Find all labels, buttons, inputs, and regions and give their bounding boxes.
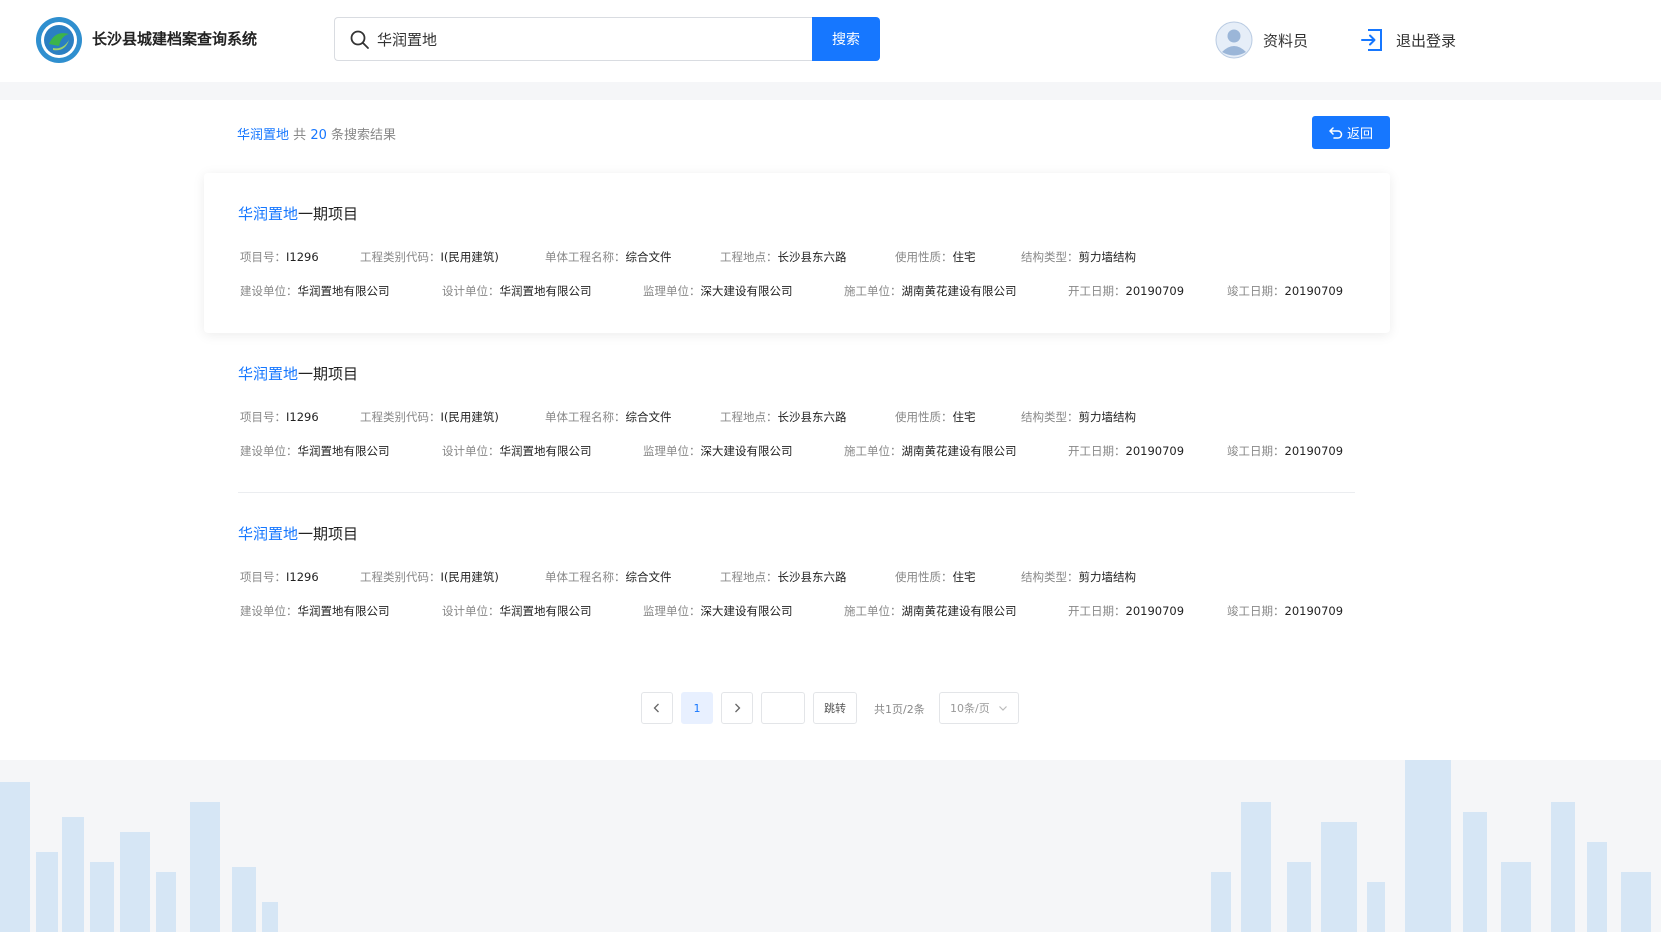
search-box bbox=[334, 17, 813, 61]
search-input[interactable] bbox=[377, 26, 797, 52]
field-project-no: 项目号：I1296 bbox=[240, 410, 319, 424]
field-start-date: 开工日期：20190709 bbox=[1068, 444, 1185, 458]
back-icon bbox=[1329, 126, 1343, 139]
field-category-code: 工程类别代码：I(民用建筑) bbox=[360, 410, 499, 424]
result-item[interactable]: 华润置地一期项目 项目号：I1296 工程类别代码：I(民用建筑) 单体工程名称… bbox=[204, 493, 1390, 653]
main-content: 华润置地 共 20 条搜索结果 返回 华润置地一期项目 项目号：I1296 工程… bbox=[0, 100, 1661, 932]
app-title: 长沙县城建档案查询系统 bbox=[92, 30, 258, 48]
back-label: 返回 bbox=[1346, 127, 1373, 142]
chevron-down-icon bbox=[999, 706, 1007, 711]
next-page-button[interactable] bbox=[721, 692, 753, 724]
result-title-keyword: 华润置地 bbox=[238, 205, 299, 223]
field-category-code: 工程类别代码：I(民用建筑) bbox=[360, 570, 499, 584]
field-structure: 结构类型：剪力墙结构 bbox=[1021, 570, 1136, 584]
logout-button[interactable]: 退出登录 bbox=[1360, 24, 1456, 56]
summary-keyword: 华润置地 bbox=[237, 128, 290, 143]
field-contractor: 施工单位：湖南黄花建设有限公司 bbox=[844, 604, 1017, 618]
field-supervisor: 监理单位：深大建设有限公司 bbox=[643, 284, 793, 298]
field-location: 工程地点：长沙县东六路 bbox=[720, 250, 847, 264]
pagination: 1 跳转 共1页/2条 10条/页 bbox=[0, 692, 1661, 724]
field-designer: 设计单位：华润置地有限公司 bbox=[442, 444, 592, 458]
field-project-no: 项目号：I1296 bbox=[240, 250, 319, 264]
result-title[interactable]: 华润置地一期项目 bbox=[238, 523, 358, 544]
result-summary: 华润置地 共 20 条搜索结果 bbox=[237, 124, 396, 143]
field-structure: 结构类型：剪力墙结构 bbox=[1021, 410, 1136, 424]
back-button[interactable]: 返回 bbox=[1312, 116, 1390, 149]
field-builder: 建设单位：华润置地有限公司 bbox=[240, 284, 390, 298]
user-name: 资料员 bbox=[1263, 31, 1309, 50]
result-title[interactable]: 华润置地一期项目 bbox=[238, 203, 358, 224]
result-title-rest: 一期项目 bbox=[298, 205, 359, 223]
page-size-value: 10条/页 bbox=[950, 702, 990, 715]
chevron-left-icon bbox=[653, 703, 659, 713]
logout-label: 退出登录 bbox=[1396, 31, 1457, 50]
field-designer: 设计单位：华润置地有限公司 bbox=[442, 604, 592, 618]
top-bar: 长沙县城建档案查询系统 搜索 资料员 退出登录 bbox=[0, 0, 1661, 82]
result-title-keyword: 华润置地 bbox=[238, 525, 299, 543]
field-unit-name: 单体工程名称：综合文件 bbox=[545, 570, 672, 584]
field-location: 工程地点：长沙县东六路 bbox=[720, 570, 847, 584]
result-title-keyword: 华润置地 bbox=[238, 365, 299, 383]
field-start-date: 开工日期：20190709 bbox=[1068, 284, 1185, 298]
result-title-rest: 一期项目 bbox=[298, 365, 359, 383]
search-button[interactable]: 搜索 bbox=[812, 17, 880, 61]
field-usage: 使用性质：住宅 bbox=[895, 250, 976, 264]
jump-button[interactable]: 跳转 bbox=[813, 692, 857, 724]
search-icon bbox=[350, 30, 369, 49]
field-designer: 设计单位：华润置地有限公司 bbox=[442, 284, 592, 298]
field-unit-name: 单体工程名称：综合文件 bbox=[545, 250, 672, 264]
field-unit-name: 单体工程名称：综合文件 bbox=[545, 410, 672, 424]
chevron-right-icon bbox=[735, 703, 741, 713]
field-supervisor: 监理单位：深大建设有限公司 bbox=[643, 444, 793, 458]
field-end-date: 竣工日期：20190709 bbox=[1227, 604, 1344, 618]
field-usage: 使用性质：住宅 bbox=[895, 570, 976, 584]
summary-suffix: 条搜索结果 bbox=[331, 128, 397, 143]
result-item[interactable]: 华润置地一期项目 项目号：I1296 工程类别代码：I(民用建筑) 单体工程名称… bbox=[204, 173, 1390, 333]
user-menu[interactable]: 资料员 bbox=[1215, 21, 1308, 59]
field-builder: 建设单位：华润置地有限公司 bbox=[240, 444, 390, 458]
logout-icon bbox=[1361, 29, 1382, 51]
page-jump-input[interactable] bbox=[761, 692, 805, 724]
field-builder: 建设单位：华润置地有限公司 bbox=[240, 604, 390, 618]
field-project-no: 项目号：I1296 bbox=[240, 570, 319, 584]
field-start-date: 开工日期：20190709 bbox=[1068, 604, 1185, 618]
field-location: 工程地点：长沙县东六路 bbox=[720, 410, 847, 424]
field-end-date: 竣工日期：20190709 bbox=[1227, 444, 1344, 458]
avatar-icon bbox=[1215, 21, 1253, 59]
page-1-button[interactable]: 1 bbox=[681, 692, 713, 724]
result-title[interactable]: 华润置地一期项目 bbox=[238, 363, 358, 384]
field-end-date: 竣工日期：20190709 bbox=[1227, 284, 1344, 298]
page-total: 共1页/2条 bbox=[874, 703, 925, 716]
field-supervisor: 监理单位：深大建设有限公司 bbox=[643, 604, 793, 618]
result-item[interactable]: 华润置地一期项目 项目号：I1296 工程类别代码：I(民用建筑) 单体工程名称… bbox=[204, 333, 1390, 493]
page-size-select[interactable]: 10条/页 bbox=[939, 692, 1019, 724]
result-title-rest: 一期项目 bbox=[298, 525, 359, 543]
summary-count: 20 bbox=[310, 128, 327, 143]
summary-prefix: 共 bbox=[293, 128, 307, 143]
logo-icon bbox=[36, 17, 82, 63]
field-usage: 使用性质：住宅 bbox=[895, 410, 976, 424]
prev-page-button[interactable] bbox=[641, 692, 673, 724]
field-category-code: 工程类别代码：I(民用建筑) bbox=[360, 250, 499, 264]
field-contractor: 施工单位：湖南黄花建设有限公司 bbox=[844, 284, 1017, 298]
field-structure: 结构类型：剪力墙结构 bbox=[1021, 250, 1136, 264]
field-contractor: 施工单位：湖南黄花建设有限公司 bbox=[844, 444, 1017, 458]
results-panel: 华润置地 共 20 条搜索结果 返回 华润置地一期项目 项目号：I1296 工程… bbox=[0, 100, 1661, 760]
